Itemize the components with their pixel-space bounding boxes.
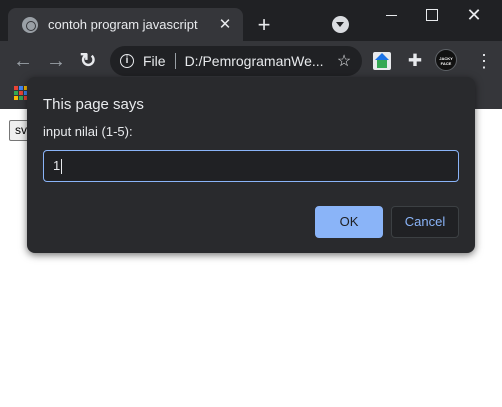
browser-toolbar: ← → ↻ i File D:/PemrogramanWe... ☆ ✚ JAC… [0, 41, 502, 81]
text-caret [61, 158, 63, 174]
tab-title: contoh program javascript [48, 17, 198, 32]
apps-grid-icon[interactable] [14, 86, 28, 100]
globe-icon [22, 16, 38, 33]
url-divider [174, 53, 176, 69]
prompt-dialog: This page says input nilai (1-5): 1 OK C… [27, 77, 475, 253]
minimize-button[interactable] [372, 0, 410, 30]
close-tab-icon[interactable]: ✕ [215, 15, 235, 35]
dialog-message: input nilai (1-5): [43, 124, 133, 139]
back-button[interactable]: ← [10, 48, 36, 74]
reload-button[interactable]: ↻ [75, 48, 101, 74]
url-scheme-label: File [143, 53, 166, 69]
new-tab-button[interactable]: + [252, 13, 276, 37]
avatar[interactable]: JACKY FACE [435, 49, 457, 71]
url-text[interactable]: D:/PemrogramanWe... [185, 53, 332, 69]
window-close-button[interactable]: ✕ [455, 0, 493, 30]
puzzle-icon[interactable]: ✚ [404, 50, 426, 72]
address-bar[interactable]: i File D:/PemrogramanWe... ☆ [110, 46, 362, 76]
prompt-input-value: 1 [53, 158, 61, 173]
star-icon[interactable]: ☆ [332, 51, 356, 71]
maximize-button[interactable] [412, 0, 450, 30]
prompt-input[interactable]: 1 [43, 150, 459, 182]
dialog-title: This page says [43, 96, 144, 113]
tab-active[interactable]: contoh program javascript ✕ [8, 8, 243, 41]
cancel-button[interactable]: Cancel [391, 206, 459, 238]
ok-button[interactable]: OK [315, 206, 383, 238]
info-icon[interactable]: i [120, 54, 134, 68]
forward-button[interactable]: → [43, 48, 69, 74]
tab-strip: contoh program javascript ✕ + ✕ [0, 0, 502, 41]
more-menu-icon[interactable]: ⋮ [474, 49, 494, 73]
tab-search-icon[interactable] [332, 16, 349, 33]
home-icon[interactable] [373, 52, 391, 70]
